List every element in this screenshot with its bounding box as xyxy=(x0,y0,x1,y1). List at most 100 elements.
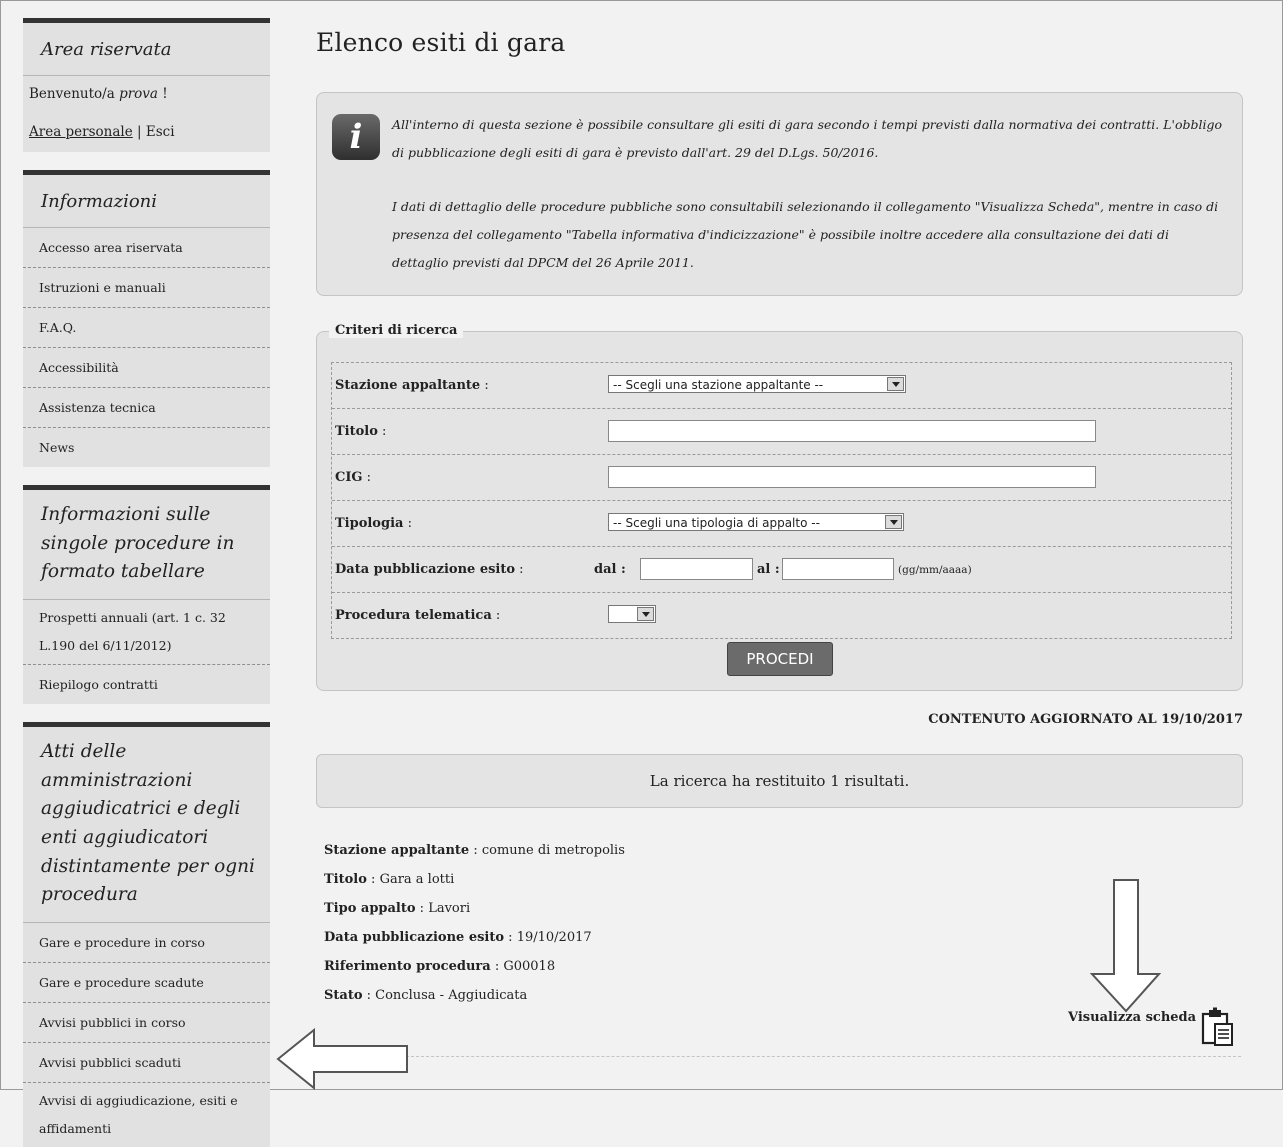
info-icon: i xyxy=(332,114,380,160)
sidebar-item-faq[interactable]: F.A.Q. xyxy=(23,308,270,348)
colon: : xyxy=(491,608,501,623)
row-cig: CIG : xyxy=(332,455,1231,501)
arrow-down-icon xyxy=(1089,879,1162,1013)
sidebar-item-avvisi-corso[interactable]: Avvisi pubblici in corso xyxy=(23,1003,270,1044)
field-sep: : xyxy=(504,930,517,945)
info-paragraph-1: All'interno di questa sezione è possibil… xyxy=(392,117,1223,160)
cig-input[interactable] xyxy=(608,466,1096,488)
info-text: All'interno di questa sezione è possibil… xyxy=(392,111,1227,303)
sidebar-item-accesso[interactable]: Accesso area riservata xyxy=(23,228,270,268)
welcome-suffix: ! xyxy=(157,86,168,102)
field-label: Stazione appaltante xyxy=(324,843,470,858)
search-legend: Criteri di ricerca xyxy=(329,323,464,338)
result-field: Stazione appaltante : comune di metropol… xyxy=(324,836,625,865)
chevron-down-icon xyxy=(637,607,654,621)
field-value: 19/10/2017 xyxy=(516,930,592,945)
tipologia-label-text: Tipologia xyxy=(335,516,404,531)
info-box: Informazioni Accesso area riservata Istr… xyxy=(23,170,270,467)
stazione-select-value: -- Scegli una stazione appaltante -- xyxy=(613,378,824,392)
chevron-down-icon xyxy=(887,377,904,391)
field-sep: : xyxy=(362,988,376,1003)
colon: : xyxy=(403,516,412,531)
field-label: Titolo xyxy=(324,872,367,887)
result-detail: Stazione appaltante : comune di metropol… xyxy=(324,836,625,1010)
result-field: Tipo appalto : Lavori xyxy=(324,894,625,923)
search-form: Criteri di ricerca Stazione appaltante :… xyxy=(316,323,1243,691)
acts-box: Atti delle amministrazioni aggiudicatric… xyxy=(23,722,270,1147)
row-titolo: Titolo : xyxy=(332,409,1231,455)
field-value: Gara a lotti xyxy=(379,872,455,887)
field-sep: : xyxy=(490,959,504,974)
personal-area-link[interactable]: Area personale xyxy=(29,124,133,140)
welcome-text: Benvenuto/a prova ! xyxy=(23,76,270,120)
sidebar: Area riservata Benvenuto/a prova ! Area … xyxy=(23,18,270,1147)
reserved-area-title: Area riservata xyxy=(23,23,270,76)
sidebar-item-news[interactable]: News xyxy=(23,428,270,467)
divider xyxy=(406,1056,1241,1057)
result-field: Data pubblicazione esito : 19/10/2017 xyxy=(324,923,625,952)
sidebar-item-accessibilita[interactable]: Accessibilità xyxy=(23,348,270,388)
procedures-title: Informazioni sulle singole procedure in … xyxy=(23,490,270,601)
cig-label: CIG : xyxy=(335,455,371,500)
sidebar-item-gare-corso[interactable]: Gare e procedure in corso xyxy=(23,923,270,964)
results-summary: La ricerca ha restituito 1 risultati. xyxy=(316,754,1243,808)
field-label: Riferimento procedura xyxy=(324,959,491,974)
field-value: G00018 xyxy=(503,959,556,974)
clipboard-icon[interactable] xyxy=(1200,1007,1234,1047)
data-label-text: Data pubblicazione esito xyxy=(335,562,516,577)
cig-label-text: CIG xyxy=(335,470,363,485)
stazione-select[interactable]: -- Scegli una stazione appaltante -- xyxy=(608,375,906,393)
search-fields: Stazione appaltante : -- Scegli una staz… xyxy=(331,362,1232,639)
row-stazione: Stazione appaltante : -- Scegli una staz… xyxy=(332,363,1231,409)
al-input[interactable] xyxy=(782,558,894,580)
result-field: Stato : Conclusa - Aggiudicata xyxy=(324,981,625,1010)
row-data: Data pubblicazione esito : dal : al : (g… xyxy=(332,547,1231,593)
field-value: Conclusa - Aggiudicata xyxy=(375,988,528,1003)
sidebar-item-istruzioni[interactable]: Istruzioni e manuali xyxy=(23,268,270,308)
welcome-prefix: Benvenuto/a xyxy=(29,86,120,102)
row-tipologia: Tipologia : -- Scegli una tipologia di a… xyxy=(332,501,1231,547)
date-format-hint: (gg/mm/aaaa) xyxy=(898,564,972,576)
result-field: Riferimento procedura : G00018 xyxy=(324,952,625,981)
dal-input[interactable] xyxy=(640,558,753,580)
field-label: Stato xyxy=(324,988,363,1003)
sidebar-item-prospetti[interactable]: Prospetti annuali (art. 1 c. 32 L.190 de… xyxy=(23,600,270,666)
sidebar-item-assistenza[interactable]: Assistenza tecnica xyxy=(23,388,270,428)
telematica-label-text: Procedura telematica xyxy=(335,608,492,623)
result-field: Titolo : Gara a lotti xyxy=(324,865,625,894)
chevron-down-icon xyxy=(885,515,902,529)
sidebar-item-avvisi-scaduti[interactable]: Avvisi pubblici scaduti xyxy=(23,1043,270,1084)
field-value: comune di metropolis xyxy=(481,843,625,858)
titolo-input[interactable] xyxy=(608,420,1096,442)
field-sep: : xyxy=(366,872,380,887)
stazione-label: Stazione appaltante : xyxy=(335,363,489,408)
field-label: Tipo appalto xyxy=(324,901,416,916)
procedi-button[interactable]: PROCEDI xyxy=(727,642,833,676)
stazione-label-text: Stazione appaltante xyxy=(335,378,481,393)
colon: : xyxy=(377,424,387,439)
tipologia-select[interactable]: -- Scegli una tipologia di appalto -- xyxy=(608,513,904,531)
reserved-area-box: Area riservata Benvenuto/a prova ! Area … xyxy=(23,18,270,152)
dal-label: dal : xyxy=(594,562,626,577)
updated-date: CONTENUTO AGGIORNATO AL 19/10/2017 xyxy=(928,712,1243,727)
colon: : xyxy=(480,378,489,393)
telematica-select[interactable] xyxy=(608,605,656,623)
field-value: Lavori xyxy=(428,901,471,916)
logout-link[interactable]: Esci xyxy=(146,124,175,140)
tipologia-label: Tipologia : xyxy=(335,501,412,546)
account-links: Area personale | Esci xyxy=(23,120,270,152)
row-telematica: Procedura telematica : xyxy=(332,593,1231,638)
data-label: Data pubblicazione esito : xyxy=(335,547,524,592)
colon: : xyxy=(362,470,372,485)
telematica-label: Procedura telematica : xyxy=(335,593,500,638)
info-title: Informazioni xyxy=(23,175,270,228)
sidebar-item-riepilogo[interactable]: Riepilogo contratti xyxy=(23,665,270,704)
acts-title: Atti delle amministrazioni aggiudicatric… xyxy=(23,727,270,924)
field-sep: : xyxy=(469,843,482,858)
colon: : xyxy=(515,562,524,577)
info-paragraph-2: I dati di dettaglio delle procedure pubb… xyxy=(392,199,1219,270)
field-sep: : xyxy=(415,901,429,916)
link-separator: | xyxy=(132,124,146,140)
sidebar-item-gare-scadute[interactable]: Gare e procedure scadute xyxy=(23,963,270,1004)
sidebar-item-aggiudicazione[interactable]: Avvisi di aggiudicazione, esiti e affida… xyxy=(23,1083,270,1147)
